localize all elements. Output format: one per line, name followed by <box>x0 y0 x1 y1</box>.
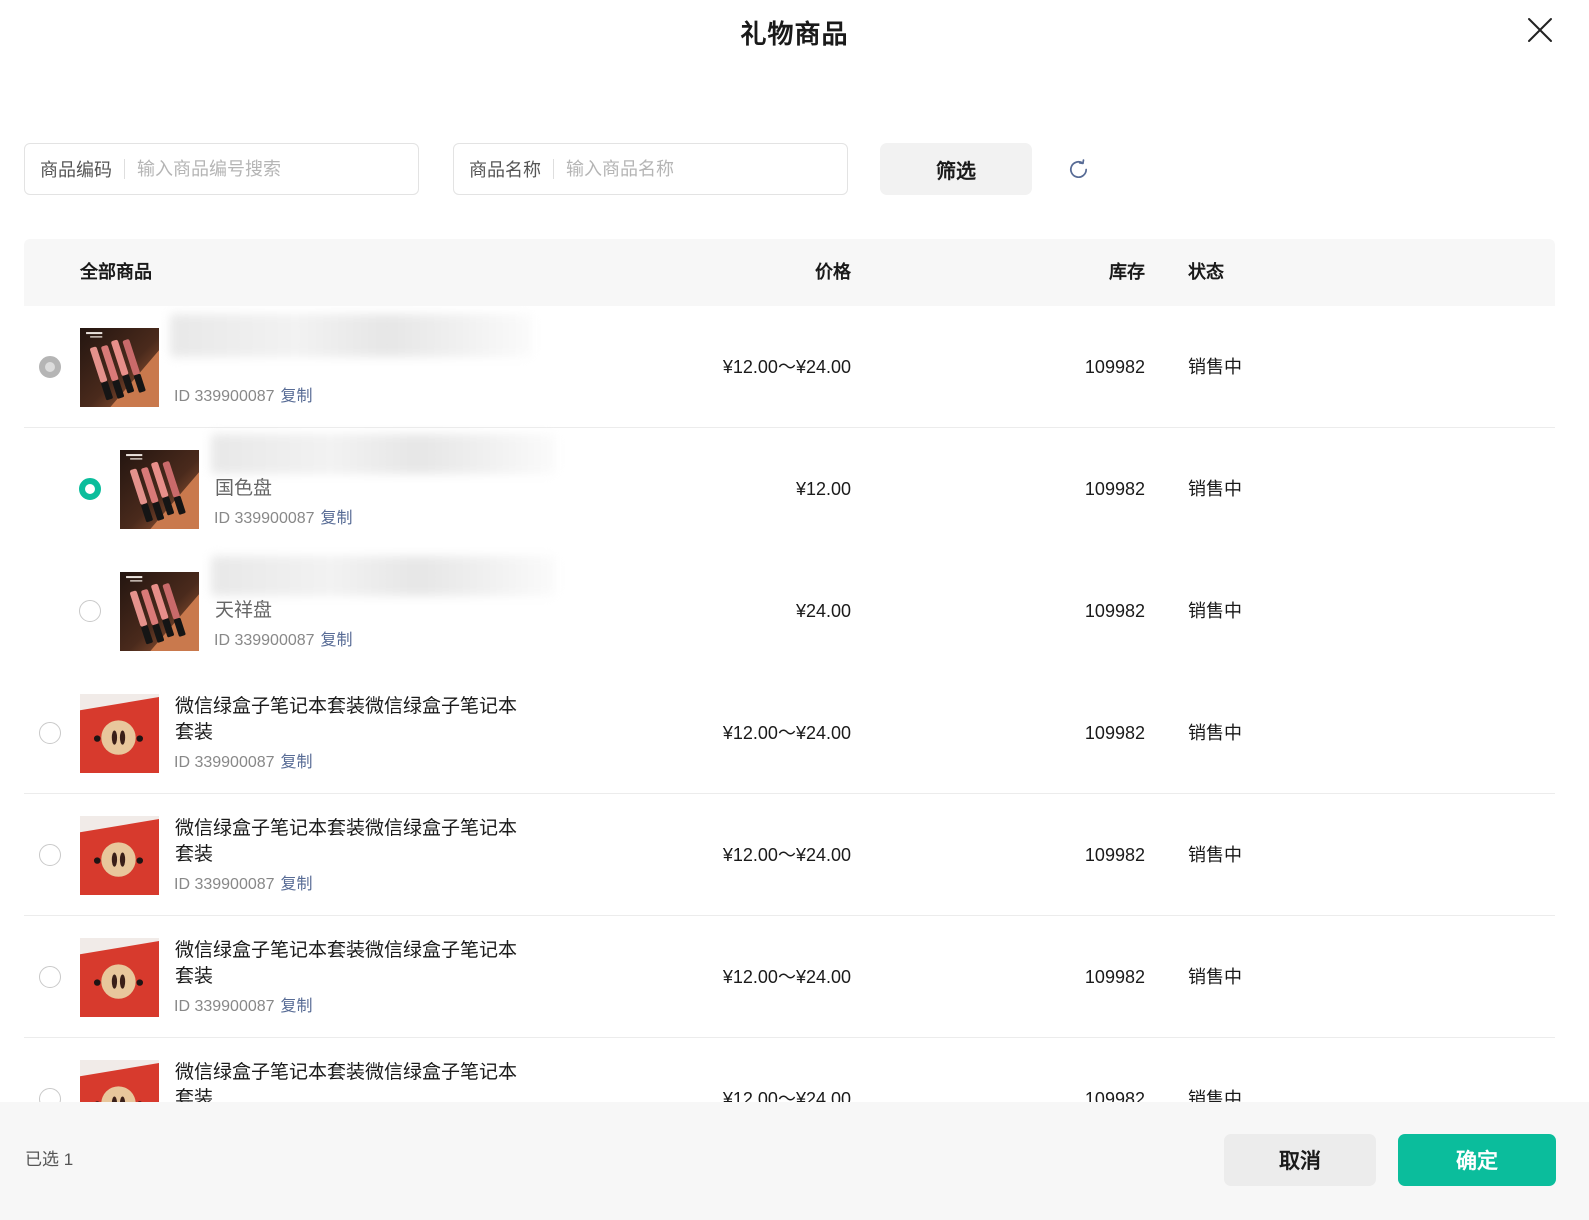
column-header-product: 全部商品 <box>80 262 152 282</box>
product-thumbnail <box>80 816 159 895</box>
product-name: 微信绿盒子笔记本套装微信绿盒子笔记本套装 <box>175 1062 518 1102</box>
table-row[interactable]: 微信绿盒子笔记本套装微信绿盒子笔记本套装 ID 339900087 复制 ¥12.… <box>24 672 1555 794</box>
product-id-text: ID 339900087 <box>174 876 275 893</box>
sku-id: ID 339900087 复制 <box>214 630 353 652</box>
blurred-product-name <box>211 556 556 596</box>
table-row[interactable]: 微信绿盒子笔记本套装微信绿盒子笔记本套装 ID 339900087 复制 ¥12.… <box>24 916 1555 1038</box>
confirm-button[interactable]: 确定 <box>1398 1134 1556 1186</box>
product-thumbnail <box>80 1060 159 1102</box>
product-stock: 109982 <box>1084 845 1145 865</box>
sku-radio[interactable] <box>79 478 101 500</box>
sku-stock: 109982 <box>1084 601 1145 621</box>
copy-id-link[interactable]: 复制 <box>281 998 313 1015</box>
sku-price: ¥24.00 <box>795 601 851 621</box>
cancel-button[interactable]: 取消 <box>1224 1134 1376 1186</box>
table-row[interactable]: ID 339900087 复制 ¥12.00～¥24.00 109982 销售中 <box>24 306 1555 428</box>
close-icon[interactable] <box>1527 17 1553 43</box>
copy-id-link[interactable]: 复制 <box>321 510 353 527</box>
product-name-label: 商品名称 <box>469 160 541 180</box>
product-price: ¥12.00～¥24.00 <box>722 845 851 865</box>
product-name-input[interactable] <box>566 158 847 180</box>
table-row[interactable]: 微信绿盒子笔记本套装微信绿盒子笔记本套装 ¥12.00～¥24.00 10998… <box>24 1038 1555 1102</box>
product-code-search[interactable]: 商品编码 <box>24 143 419 195</box>
product-code-label: 商品编码 <box>40 160 112 180</box>
table-row[interactable]: 微信绿盒子笔记本套装微信绿盒子笔记本套装 ID 339900087 复制 ¥12.… <box>24 794 1555 916</box>
product-thumbnail <box>80 328 159 407</box>
product-name: 微信绿盒子笔记本套装微信绿盒子笔记本套装 <box>175 818 518 865</box>
sku-price: ¥12.00 <box>795 479 851 499</box>
product-price: ¥12.00～¥24.00 <box>722 723 851 743</box>
product-radio[interactable] <box>39 844 61 866</box>
product-radio[interactable] <box>39 722 61 744</box>
sku-id: ID 339900087 复制 <box>214 508 353 530</box>
sku-thumbnail <box>120 450 199 529</box>
column-header-price: 价格 <box>815 262 851 282</box>
sku-id-text: ID 339900087 <box>214 510 315 527</box>
product-status: 销售中 <box>1188 357 1242 377</box>
product-id-text: ID 339900087 <box>174 998 275 1015</box>
refresh-icon[interactable] <box>1067 158 1090 181</box>
table-header: 全部商品 价格 库存 状态 <box>24 239 1555 306</box>
sku-thumbnail <box>120 572 199 651</box>
column-header-stock: 库存 <box>1109 262 1145 282</box>
product-radio[interactable] <box>39 356 61 378</box>
copy-id-link[interactable]: 复制 <box>321 632 353 649</box>
product-status: 销售中 <box>1188 1089 1242 1102</box>
dialog-title: 礼物商品 <box>740 19 849 49</box>
product-status: 销售中 <box>1188 845 1242 865</box>
product-id: ID 339900087 复制 <box>174 996 313 1018</box>
sku-name: 天祥盘 <box>215 600 273 621</box>
product-name: 微信绿盒子笔记本套装微信绿盒子笔记本套装 <box>175 940 518 987</box>
sku-name: 国色盘 <box>215 478 273 499</box>
sku-status: 销售中 <box>1188 601 1242 621</box>
product-status: 销售中 <box>1188 723 1242 743</box>
product-id: ID 339900087 复制 <box>174 752 313 774</box>
filter-button[interactable]: 筛选 <box>880 143 1032 195</box>
product-radio[interactable] <box>39 966 61 988</box>
sku-id-text: ID 339900087 <box>214 632 315 649</box>
field-separator <box>124 159 125 179</box>
product-price: ¥12.00～¥24.00 <box>722 357 851 377</box>
field-separator <box>553 159 554 179</box>
product-id: ID 339900087 复制 <box>174 386 313 408</box>
product-id-text: ID 339900087 <box>174 388 275 405</box>
sku-radio[interactable] <box>79 600 101 622</box>
sku-stock: 109982 <box>1084 479 1145 499</box>
sku-row[interactable]: 天祥盘 ID 339900087 复制 ¥24.00 109982 销售中 <box>24 550 1555 672</box>
sku-row[interactable]: 国色盘 ID 339900087 复制 ¥12.00 109982 销售中 <box>24 428 1555 550</box>
dialog-footer: 已选 1 取消 确定 <box>0 1102 1589 1220</box>
product-id: ID 339900087 复制 <box>174 874 313 896</box>
selected-count: 已选 1 <box>25 1150 74 1169</box>
product-code-input[interactable] <box>137 158 418 180</box>
product-thumbnail <box>80 938 159 1017</box>
copy-id-link[interactable]: 复制 <box>281 388 313 405</box>
product-stock: 109982 <box>1084 357 1145 377</box>
product-stock: 109982 <box>1084 723 1145 743</box>
product-radio[interactable] <box>39 1088 61 1102</box>
product-status: 销售中 <box>1188 967 1242 987</box>
product-price: ¥12.00～¥24.00 <box>722 1089 851 1102</box>
product-stock: 109982 <box>1084 1089 1145 1102</box>
copy-id-link[interactable]: 复制 <box>281 876 313 893</box>
product-id-text: ID 339900087 <box>174 754 275 771</box>
column-header-status: 状态 <box>1188 262 1224 282</box>
product-thumbnail <box>80 694 159 773</box>
sku-status: 销售中 <box>1188 479 1242 499</box>
blurred-product-name <box>211 434 556 474</box>
product-price: ¥12.00～¥24.00 <box>722 967 851 987</box>
product-name-search[interactable]: 商品名称 <box>453 143 848 195</box>
product-name: 微信绿盒子笔记本套装微信绿盒子笔记本套装 <box>175 696 518 743</box>
copy-id-link[interactable]: 复制 <box>281 754 313 771</box>
product-stock: 109982 <box>1084 967 1145 987</box>
blurred-product-name <box>170 314 532 357</box>
product-list[interactable]: ID 339900087 复制 ¥12.00～¥24.00 109982 销售中 … <box>24 306 1555 1102</box>
